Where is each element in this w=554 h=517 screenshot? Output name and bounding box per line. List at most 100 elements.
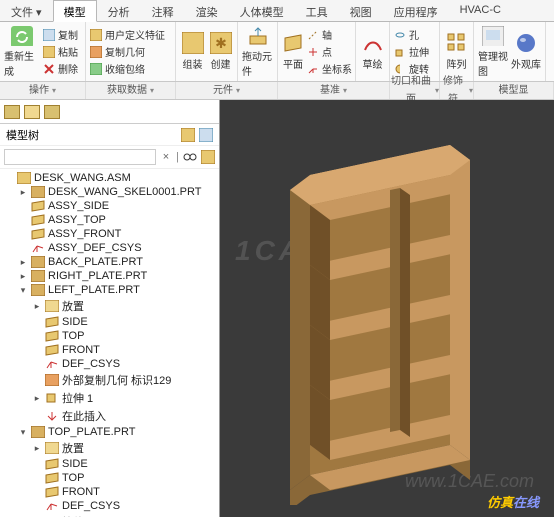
assemble-icon xyxy=(182,32,204,54)
ribbon: 重新生成 复制 粘贴 删除 用户定义特征 复制几何 收缩包络 组装 ✱创建 拖动… xyxy=(0,22,554,82)
fd-icon xyxy=(45,442,59,454)
point-icon xyxy=(307,46,319,58)
create-button[interactable]: ✱创建 xyxy=(208,26,233,78)
tree-node[interactable]: ▸ DESK_WANG_SKEL0001.PRT xyxy=(0,185,219,199)
tab-模型[interactable]: 模型 xyxy=(53,0,97,22)
udf-button[interactable]: 用户定义特征 xyxy=(90,27,165,43)
axis-button[interactable]: 轴 xyxy=(307,27,352,43)
tree-node[interactable]: 外部复制几何 标识129 xyxy=(0,371,219,389)
expand-toggle[interactable]: ▾ xyxy=(18,285,28,296)
tree-search-input[interactable] xyxy=(4,149,156,165)
model-tree-panel: 模型树 × | DESK_WANG.ASM▸DESK_WANG_SKEL0001… xyxy=(0,100,220,517)
tree-node[interactable]: ASSY_SIDE xyxy=(0,199,219,213)
expand-toggle[interactable]: ▸ xyxy=(18,257,28,268)
expand-toggle[interactable]: ▸ xyxy=(32,393,42,404)
copy-geom-button[interactable]: 复制几何 xyxy=(90,44,165,60)
tab-视图[interactable]: 视图 xyxy=(339,0,383,21)
tree-node[interactable]: ▸BACK_PLATE.PRT xyxy=(0,255,219,269)
sketch-button[interactable]: 草绘 xyxy=(360,26,385,78)
tree-label: 放置 xyxy=(62,298,84,314)
tree-label: ASSY_TOP xyxy=(48,214,106,226)
tree-node[interactable]: ▸ RIGHT_PLATE.PRT xyxy=(0,269,219,283)
expand-toggle[interactable]: ▾ xyxy=(18,427,28,438)
drag-comp-button[interactable]: 拖动元件 xyxy=(242,26,273,78)
tree-node[interactable]: ▾ TOP_PLATE.PRT xyxy=(0,425,219,439)
appearance-button[interactable]: 外观库 xyxy=(511,26,541,78)
prt-icon xyxy=(31,186,45,198)
folder-alt-icon[interactable] xyxy=(24,105,40,119)
delete-button[interactable]: 删除 xyxy=(43,61,78,77)
extrude-button[interactable]: 拉伸 xyxy=(394,44,429,60)
folder-icon-2[interactable] xyxy=(44,105,60,119)
tree-node[interactable]: DEF_CSYS xyxy=(0,499,219,513)
tab-文件[interactable]: 文件 ▾ xyxy=(0,0,53,21)
tab-人体模型[interactable]: 人体模型 xyxy=(229,0,295,21)
tree-label: FRONT xyxy=(62,486,100,498)
tree-node[interactable]: ASSY_DEF_CSYS xyxy=(0,241,219,255)
tree-node[interactable]: ▸放置 xyxy=(0,439,219,457)
copy-button[interactable]: 复制 xyxy=(43,27,78,43)
assemble-button[interactable]: 组装 xyxy=(180,26,205,78)
expand-toggle[interactable]: ▸ xyxy=(32,443,42,454)
expand-toggle[interactable]: ▸ xyxy=(18,271,28,282)
tab-注释[interactable]: 注释 xyxy=(141,0,185,21)
tree-expand-icon[interactable] xyxy=(201,150,215,164)
pl-icon xyxy=(45,316,59,328)
refresh-icon xyxy=(11,26,33,46)
clear-search-button[interactable]: × xyxy=(160,151,172,163)
tree-label: RIGHT_PLATE.PRT xyxy=(48,270,147,282)
tree-settings-icon[interactable] xyxy=(181,128,195,142)
tree-label: TOP_PLATE.PRT xyxy=(48,426,135,438)
tree-label: DESK_WANG_SKEL0001.PRT xyxy=(48,186,201,198)
tree-filter-icon[interactable] xyxy=(199,128,213,142)
asm-icon xyxy=(17,172,31,184)
tab-渲染[interactable]: 渲染 xyxy=(185,0,229,21)
hole-button[interactable]: 孔 xyxy=(394,27,429,43)
expand-toggle[interactable]: ▸ xyxy=(18,187,28,198)
svg-text:✱: ✱ xyxy=(215,35,227,51)
tree-node[interactable]: SIDE xyxy=(0,457,219,471)
3d-viewport[interactable]: 1CAE.COM www.1CAE.com 仿真在线 xyxy=(220,100,554,517)
tree-node[interactable]: 在此插入 xyxy=(0,407,219,425)
tree-node[interactable]: FRONT xyxy=(0,343,219,357)
regenerate-button[interactable]: 重新生成 xyxy=(4,26,40,78)
model-tree[interactable]: DESK_WANG.ASM▸DESK_WANG_SKEL0001.PRTASSY… xyxy=(0,169,219,517)
tree-node[interactable]: ▸拉伸 1 xyxy=(0,513,219,517)
pl-icon xyxy=(45,330,59,342)
pl-icon xyxy=(45,472,59,484)
tree-label: FRONT xyxy=(62,344,100,356)
tree-node[interactable]: TOP xyxy=(0,471,219,485)
pattern-button[interactable]: 阵列 xyxy=(444,26,469,78)
plane-button[interactable]: 平面 xyxy=(282,26,304,78)
shrinkwrap-button[interactable]: 收缩包络 xyxy=(90,61,165,77)
tree-node[interactable]: DEF_CSYS xyxy=(0,357,219,371)
paste-button[interactable]: 粘贴 xyxy=(43,44,78,60)
tab-HVAC-C[interactable]: HVAC-C xyxy=(449,0,512,21)
tree-node[interactable]: TOP xyxy=(0,329,219,343)
tree-toolbar xyxy=(0,100,219,124)
tree-node[interactable]: SIDE xyxy=(0,315,219,329)
tab-分析[interactable]: 分析 xyxy=(97,0,141,21)
sphere-icon xyxy=(515,32,537,54)
tree-node[interactable]: ASSY_FRONT xyxy=(0,227,219,241)
tab-应用程序[interactable]: 应用程序 xyxy=(383,0,449,21)
shrinkwrap-icon xyxy=(90,63,102,75)
paste-icon xyxy=(43,46,55,58)
folder-icon[interactable] xyxy=(4,105,20,119)
menu-tabs: 文件 ▾模型分析注释渲染人体模型工具视图应用程序HVAC-C xyxy=(0,0,554,22)
create-icon: ✱ xyxy=(210,32,232,54)
tree-node[interactable]: DESK_WANG.ASM xyxy=(0,171,219,185)
tree-node[interactable]: ▸拉伸 1 xyxy=(0,389,219,407)
tree-node[interactable]: FRONT xyxy=(0,485,219,499)
tree-node[interactable]: ▸ 放置 xyxy=(0,297,219,315)
binoculars-icon[interactable] xyxy=(183,150,197,164)
tab-工具[interactable]: 工具 xyxy=(295,0,339,21)
tree-node[interactable]: ASSY_TOP xyxy=(0,213,219,227)
view-manager-button[interactable]: 管理视图 xyxy=(478,26,508,78)
tree-label: DEF_CSYS xyxy=(62,500,120,512)
expand-toggle[interactable]: ▸ xyxy=(32,301,42,312)
prt-icon xyxy=(31,284,45,296)
tree-node[interactable]: ▾LEFT_PLATE.PRT xyxy=(0,283,219,297)
point-button[interactable]: 点 xyxy=(307,44,352,60)
csys-button[interactable]: 坐标系 xyxy=(307,61,352,77)
